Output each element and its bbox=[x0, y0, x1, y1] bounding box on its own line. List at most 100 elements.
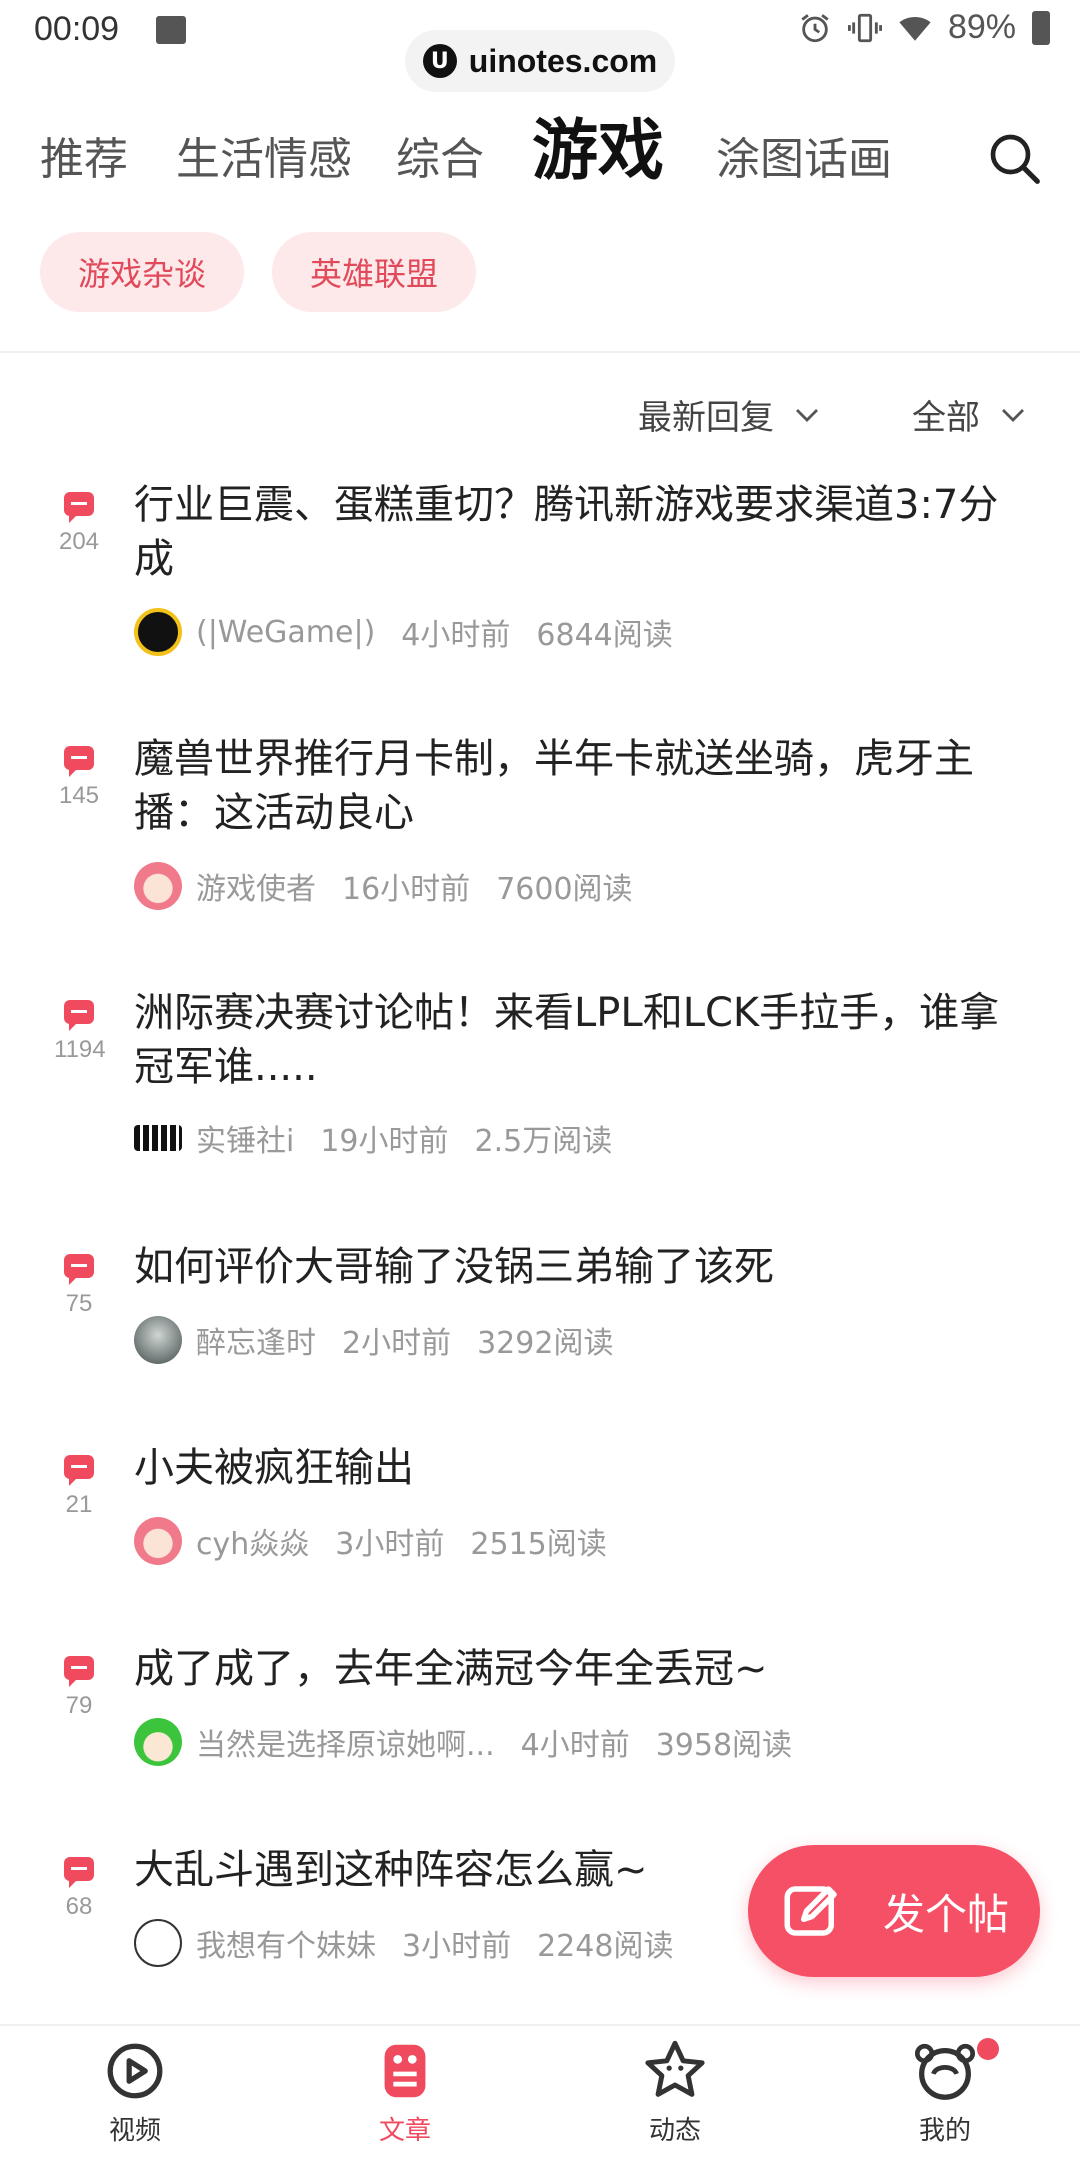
tab-life[interactable]: 生活情感 bbox=[176, 138, 352, 182]
new-post-label: 发个帖 bbox=[882, 1889, 1009, 1939]
comment-count: 75 bbox=[65, 1290, 93, 1317]
post-time: 4小时前 bbox=[401, 618, 511, 653]
chip-game-talk[interactable]: 游戏杂谈 bbox=[40, 232, 245, 312]
post-meta: 实锤社i 19小时前 2.5万阅读 bbox=[134, 1116, 612, 1160]
comment-icon bbox=[64, 1656, 94, 1687]
comment-badge: 68 bbox=[54, 1857, 104, 1921]
post-meta: 游戏使者 16小时前 7600阅读 bbox=[134, 862, 633, 910]
avatar[interactable] bbox=[134, 1718, 182, 1766]
post-item[interactable]: 1194 洲际赛决赛讨论帖！来看LPL和LCK手拉手，谁拿冠军谁..... 实锤… bbox=[0, 986, 1080, 1226]
tab-games-label: 游戏 bbox=[532, 112, 664, 189]
edit-icon bbox=[784, 1886, 837, 1936]
post-author[interactable]: 我想有个妹妹 bbox=[196, 1921, 376, 1965]
comment-count: 68 bbox=[65, 1893, 93, 1920]
post-title: 成了成了，去年全满冠今年全丢冠~ bbox=[134, 1646, 768, 1692]
tab-games[interactable]: 游戏 bbox=[532, 118, 664, 184]
vibrate-icon bbox=[847, 13, 882, 42]
notification-dot bbox=[977, 2038, 999, 2060]
post-reads: 6844阅读 bbox=[536, 618, 673, 653]
avatar[interactable] bbox=[134, 1316, 182, 1364]
post-author[interactable]: 醉忘逢时 bbox=[196, 1318, 316, 1362]
post-title: 魔兽世界推行月卡制，半年卡就送坐骑，虎牙主播：这活动良心 bbox=[134, 736, 974, 836]
bottom-nav: 视频 文章 动态 我的 bbox=[0, 2024, 1080, 2160]
tab-drawing[interactable]: 涂图话画 bbox=[716, 138, 892, 182]
divider bbox=[0, 351, 1080, 353]
post-meta: 我想有个妹妹 3小时前 2248阅读 bbox=[134, 1919, 673, 1967]
comment-icon bbox=[64, 1000, 94, 1031]
url-pill[interactable]: U uinotes.com bbox=[405, 30, 675, 92]
nav-article[interactable]: 文章 bbox=[325, 2036, 485, 2147]
feed-icon bbox=[645, 2040, 705, 2097]
article-icon bbox=[384, 2044, 426, 2098]
post-item[interactable]: 21 小夫被疯狂输出 cyh焱焱 3小时前 2515阅读 bbox=[0, 1441, 1080, 1621]
post-reads: 3958阅读 bbox=[655, 1728, 793, 1763]
comment-icon bbox=[64, 492, 94, 523]
site-logo-icon: U bbox=[422, 44, 457, 78]
post-time: 4小时前 bbox=[520, 1728, 630, 1763]
comment-icon bbox=[64, 746, 94, 777]
comment-icon bbox=[64, 1857, 94, 1888]
post-title: 如何评价大哥输了没锅三弟输了该死 bbox=[134, 1244, 774, 1290]
post-title: 行业巨震、蛋糕重切？腾讯新游戏要求渠道3:7分成 bbox=[134, 482, 999, 582]
wifi-icon bbox=[899, 16, 931, 41]
comment-badge: 204 bbox=[54, 492, 104, 556]
comment-count: 204 bbox=[58, 528, 100, 555]
post-time: 2小时前 bbox=[342, 1326, 452, 1361]
chevron-down-icon bbox=[1002, 408, 1024, 422]
search-icon[interactable] bbox=[986, 130, 1042, 186]
avatar[interactable] bbox=[134, 1517, 182, 1565]
post-author[interactable]: (|WeGame|) bbox=[196, 615, 375, 650]
chevron-down-icon bbox=[796, 408, 818, 422]
video-icon bbox=[107, 2043, 163, 2099]
post-meta: 醉忘逢时 2小时前 3292阅读 bbox=[134, 1316, 613, 1364]
avatar[interactable] bbox=[134, 1919, 182, 1967]
post-meta: (|WeGame|) 4小时前 6844阅读 bbox=[134, 608, 673, 656]
post-time: 3小时前 bbox=[402, 1929, 512, 1964]
post-author[interactable]: cyh焱焱 bbox=[196, 1519, 309, 1563]
battery-icon bbox=[1032, 10, 1050, 45]
post-author[interactable]: 游戏使者 bbox=[196, 864, 316, 908]
avatar[interactable] bbox=[134, 608, 182, 656]
post-item[interactable]: 204 行业巨震、蛋糕重切？腾讯新游戏要求渠道3:7分成 (|WeGame|) … bbox=[0, 478, 1080, 718]
post-meta: 当然是选择原谅她啊... 4小时前 3958阅读 bbox=[134, 1718, 792, 1766]
chip-lol[interactable]: 英雄联盟 bbox=[272, 232, 477, 312]
post-author[interactable]: 当然是选择原谅她啊... bbox=[196, 1720, 495, 1764]
scope-dropdown[interactable]: 全部 bbox=[912, 390, 1028, 439]
tab-recommend[interactable]: 推荐 bbox=[40, 138, 128, 182]
post-title: 洲际赛决赛讨论帖！来看LPL和LCK手拉手，谁拿冠军谁..... bbox=[134, 990, 1000, 1090]
status-time: 00:09 bbox=[34, 10, 120, 48]
profile-icon bbox=[914, 2043, 976, 2100]
post-reads: 2.5万阅读 bbox=[474, 1124, 613, 1159]
comment-badge: 1194 bbox=[54, 1000, 106, 1064]
status-icons: 89% bbox=[798, 8, 1050, 47]
alarm-icon bbox=[801, 13, 829, 42]
url-text: uinotes.com bbox=[468, 42, 658, 79]
nav-feed[interactable]: 动态 bbox=[595, 2036, 755, 2147]
post-time: 16小时前 bbox=[342, 872, 471, 907]
avatar[interactable] bbox=[134, 1125, 182, 1151]
sort-label: 最新回复 bbox=[638, 398, 774, 438]
scope-label: 全部 bbox=[912, 398, 980, 438]
post-item[interactable]: 145 魔兽世界推行月卡制，半年卡就送坐骑，虎牙主播：这活动良心 游戏使者 16… bbox=[0, 732, 1080, 972]
comment-badge: 75 bbox=[54, 1254, 104, 1318]
battery-percent: 89% bbox=[947, 8, 1016, 46]
nav-profile-label: 我的 bbox=[918, 2116, 971, 2146]
nav-feed-label: 动态 bbox=[648, 2116, 701, 2146]
nav-article-label: 文章 bbox=[378, 2116, 431, 2146]
comment-count: 145 bbox=[58, 782, 100, 809]
comment-badge: 79 bbox=[54, 1656, 104, 1720]
post-item[interactable]: 79 成了成了，去年全满冠今年全丢冠~ 当然是选择原谅她啊... 4小时前 39… bbox=[0, 1642, 1080, 1822]
tab-general[interactable]: 综合 bbox=[396, 138, 484, 182]
nav-video-label: 视频 bbox=[108, 2116, 161, 2146]
nav-profile[interactable]: 我的 bbox=[865, 2036, 1025, 2147]
category-tabs: 推荐 生活情感 综合 游戏 涂图话画 bbox=[0, 100, 1080, 220]
post-item[interactable]: 75 如何评价大哥输了没锅三弟输了该死 醉忘逢时 2小时前 3292阅读 bbox=[0, 1240, 1080, 1420]
sort-dropdown[interactable]: 最新回复 bbox=[638, 390, 822, 439]
nav-video[interactable]: 视频 bbox=[55, 2036, 215, 2147]
new-post-button[interactable]: 发个帖 bbox=[748, 1845, 1040, 1977]
avatar[interactable] bbox=[134, 862, 182, 910]
post-author[interactable]: 实锤社i bbox=[196, 1116, 294, 1160]
post-time: 19小时前 bbox=[320, 1124, 449, 1159]
image-notification-icon bbox=[156, 16, 186, 44]
post-reads: 2515阅读 bbox=[470, 1527, 607, 1562]
